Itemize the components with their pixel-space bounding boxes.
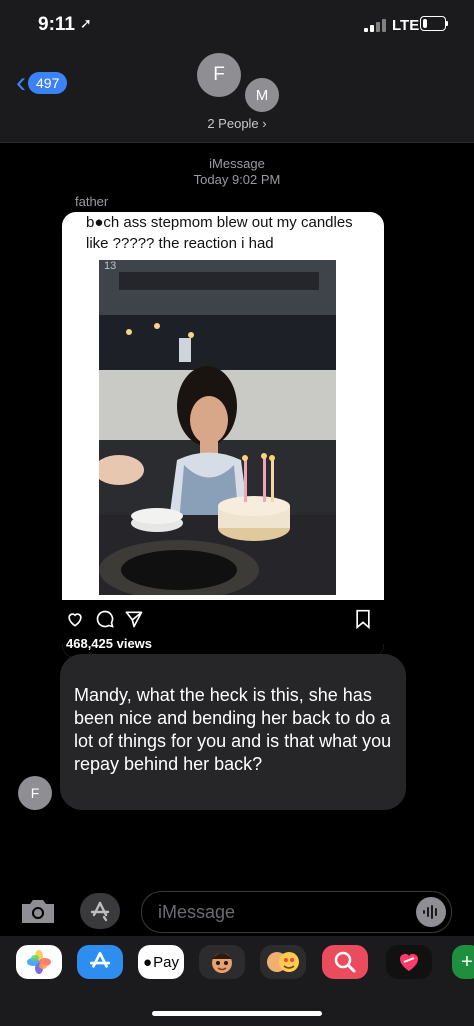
digital-touch-app[interactable] — [386, 945, 432, 979]
apple-pay-icon: ● — [143, 953, 153, 971]
message-input-placeholder: iMessage — [158, 902, 236, 922]
more-apps-button[interactable]: + — [452, 945, 474, 979]
conversation-header: ‹ 497 F M 2 People › — [0, 50, 474, 143]
network-label: LTE — [392, 17, 420, 34]
message-meta: iMessage Today 9:02 PM — [0, 156, 474, 188]
group-avatar-f[interactable]: F — [197, 53, 241, 97]
heart-icon — [68, 613, 82, 627]
apple-pay-label: Pay — [153, 953, 179, 971]
photo-counter: 13 — [104, 260, 117, 272]
group-details-button[interactable]: 2 People › — [0, 116, 474, 131]
sender-name: father — [75, 194, 109, 209]
people-label: 2 People — [207, 116, 259, 131]
apple-pay-app[interactable]: ● Pay — [138, 945, 184, 979]
message-timestamp: Today 9:02 PM — [193, 172, 281, 187]
shared-post-image[interactable]: b●ch ass stepmom blew out my candles lik… — [62, 212, 384, 658]
image-search-app[interactable] — [322, 945, 368, 979]
heart-app-icon — [400, 954, 418, 971]
search-images-icon — [334, 951, 356, 973]
app-store-icon — [90, 901, 110, 922]
sticker-app[interactable] — [260, 945, 306, 979]
photos-app-icon — [27, 950, 51, 974]
memoji-app[interactable] — [199, 945, 245, 979]
photos-app[interactable] — [16, 945, 62, 979]
sticker-icon — [267, 952, 299, 972]
send-icon — [125, 611, 143, 628]
dictation-button[interactable] — [416, 897, 446, 927]
post-photo: 13 — [99, 260, 336, 595]
unread-count-badge: 497 — [28, 72, 68, 94]
status-time: 9:11 — [38, 14, 75, 35]
camera-icon[interactable] — [20, 898, 56, 924]
sender-avatar[interactable]: F — [18, 776, 52, 810]
plus-icon: + — [461, 950, 473, 973]
status-bar: 9:11 ➚ LTE — [0, 0, 474, 50]
message-bubble[interactable]: Mandy, what the heck is this, she has be… — [60, 654, 406, 810]
battery-level — [423, 19, 427, 28]
service-label: iMessage — [209, 156, 265, 171]
microphone-waveform-icon — [423, 905, 437, 919]
back-button[interactable]: ‹ 497 — [16, 66, 68, 99]
post-view-count: 468,425 views — [66, 636, 153, 651]
bookmark-icon — [356, 609, 370, 629]
home-indicator — [152, 1011, 322, 1016]
message-text: Mandy, what the heck is this, she has be… — [74, 685, 392, 774]
location-arrow-icon: ➚ — [80, 15, 92, 31]
battery-icon — [420, 16, 446, 31]
back-chevron-icon: ‹ — [16, 66, 26, 99]
battery-tip — [446, 21, 448, 26]
app-store-app[interactable] — [77, 945, 123, 979]
comment-icon — [96, 610, 114, 628]
chevron-right-icon: › — [262, 116, 267, 131]
post-caption: b●ch ass stepmom blew out my candles lik… — [86, 214, 353, 252]
post-photo-illustration — [99, 260, 336, 595]
memoji-icon — [212, 953, 232, 973]
app-store-icon — [89, 951, 111, 968]
signal-icon — [364, 18, 388, 32]
group-avatar-m[interactable]: M — [243, 76, 281, 114]
post-footer: 468,425 views — [62, 600, 384, 658]
app-store-button[interactable] — [80, 893, 120, 929]
message-input[interactable]: iMessage — [141, 891, 452, 933]
